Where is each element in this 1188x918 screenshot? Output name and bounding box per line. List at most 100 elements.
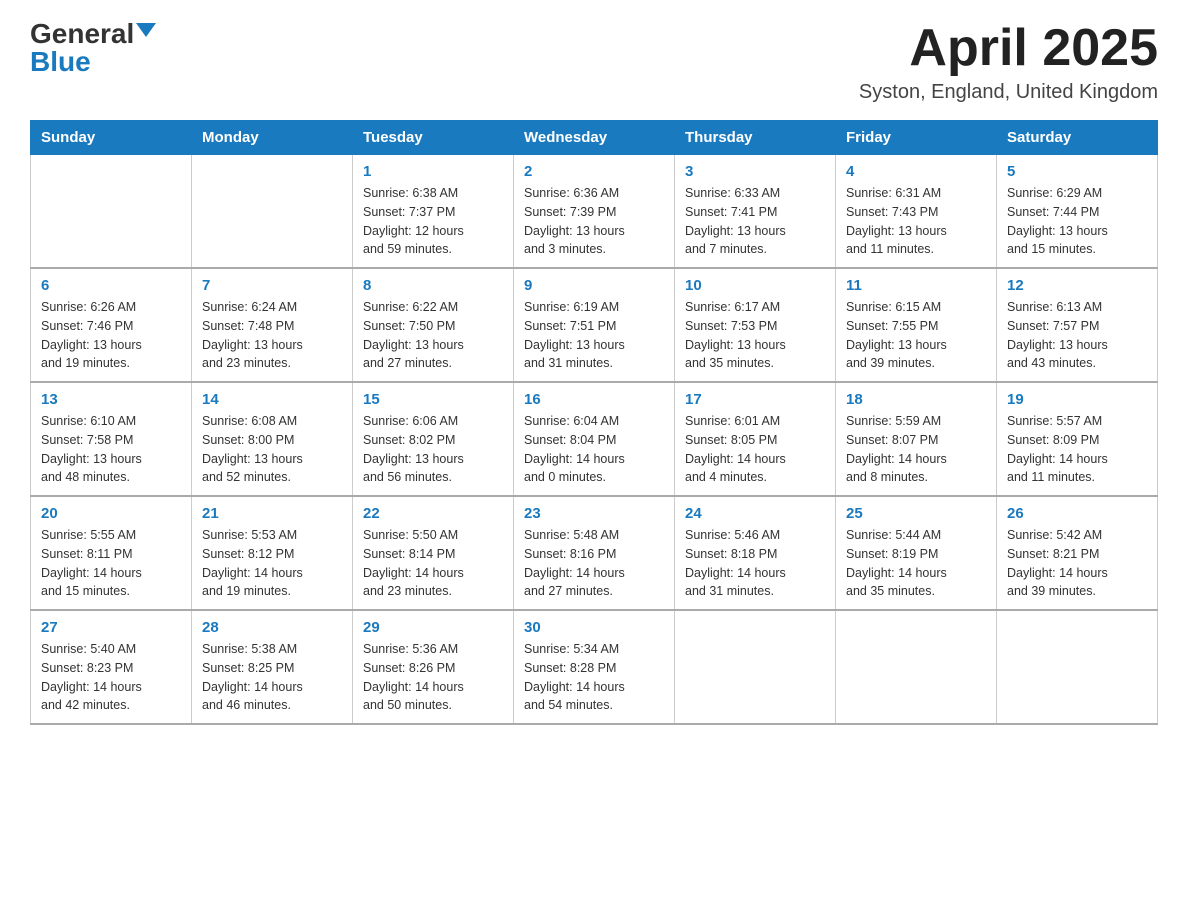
logo: General Blue: [30, 20, 156, 76]
day-number: 6: [41, 277, 181, 294]
day-number: 23: [524, 505, 664, 522]
column-header-wednesday: Wednesday: [514, 121, 675, 155]
day-info: Sunrise: 5:46 AMSunset: 8:18 PMDaylight:…: [685, 526, 825, 601]
column-header-tuesday: Tuesday: [353, 121, 514, 155]
day-number: 14: [202, 391, 342, 408]
calendar-cell: 11 Sunrise: 6:15 AMSunset: 7:55 PMDayligh…: [836, 268, 997, 382]
day-info: Sunrise: 6:13 AMSunset: 7:57 PMDaylight:…: [1007, 298, 1147, 373]
day-number: 15: [363, 391, 503, 408]
day-info: Sunrise: 6:31 AMSunset: 7:43 PMDaylight:…: [846, 184, 986, 259]
day-info: Sunrise: 6:04 AMSunset: 8:04 PMDaylight:…: [524, 412, 664, 487]
day-info: Sunrise: 6:08 AMSunset: 8:00 PMDaylight:…: [202, 412, 342, 487]
calendar-week-1: 1Sunrise: 6:38 AMSunset: 7:37 PMDaylight…: [31, 155, 1158, 269]
day-number: 27: [41, 619, 181, 636]
day-info: Sunrise: 5:36 AMSunset: 8:26 PMDaylight:…: [363, 640, 503, 715]
day-number: 2: [524, 163, 664, 180]
day-info: Sunrise: 6:33 AMSunset: 7:41 PMDaylight:…: [685, 184, 825, 259]
column-header-friday: Friday: [836, 121, 997, 155]
month-title: April 2025: [859, 20, 1158, 77]
day-info: Sunrise: 6:29 AMSunset: 7:44 PMDaylight:…: [1007, 184, 1147, 259]
calendar-cell: 16Sunrise: 6:04 AMSunset: 8:04 PMDayligh…: [514, 382, 675, 496]
day-info: Sunrise: 6:17 AMSunset: 7:53 PMDaylight:…: [685, 298, 825, 373]
calendar-cell: 22 Sunrise: 5:50 AMSunset: 8:14 PMDayligh…: [353, 496, 514, 610]
calendar-cell: [192, 155, 353, 269]
calendar-cell: 9Sunrise: 6:19 AMSunset: 7:51 PMDaylight…: [514, 268, 675, 382]
day-info: Sunrise: 5:55 AMSunset: 8:11 PMDaylight:…: [41, 526, 181, 601]
calendar-cell: [836, 610, 997, 724]
calendar-cell: 12 Sunrise: 6:13 AMSunset: 7:57 PMDayligh…: [997, 268, 1158, 382]
calendar-cell: 6Sunrise: 6:26 AMSunset: 7:46 PMDaylight…: [31, 268, 192, 382]
logo-general-text: General: [30, 20, 134, 48]
day-number: 28: [202, 619, 342, 636]
calendar-cell: [31, 155, 192, 269]
day-number: 29: [363, 619, 503, 636]
day-number: 12: [1007, 277, 1147, 294]
calendar-cell: 30 Sunrise: 5:34 AMSunset: 8:28 PMDayligh…: [514, 610, 675, 724]
calendar-cell: [675, 610, 836, 724]
day-info: Sunrise: 5:34 AMSunset: 8:28 PMDaylight:…: [524, 640, 664, 715]
column-header-monday: Monday: [192, 121, 353, 155]
day-info: Sunrise: 5:53 AMSunset: 8:12 PMDaylight:…: [202, 526, 342, 601]
day-number: 11: [846, 277, 986, 294]
logo-triangle-icon: [136, 23, 156, 37]
day-number: 4: [846, 163, 986, 180]
calendar-cell: 18Sunrise: 5:59 AMSunset: 8:07 PMDayligh…: [836, 382, 997, 496]
day-number: 8: [363, 277, 503, 294]
calendar-cell: 1Sunrise: 6:38 AMSunset: 7:37 PMDaylight…: [353, 155, 514, 269]
day-number: 20: [41, 505, 181, 522]
column-header-sunday: Sunday: [31, 121, 192, 155]
day-info: Sunrise: 6:06 AMSunset: 8:02 PMDaylight:…: [363, 412, 503, 487]
day-number: 7: [202, 277, 342, 294]
calendar-cell: 13Sunrise: 6:10 AMSunset: 7:58 PMDayligh…: [31, 382, 192, 496]
day-number: 5: [1007, 163, 1147, 180]
calendar-cell: 17 Sunrise: 6:01 AMSunset: 8:05 PMDayligh…: [675, 382, 836, 496]
location-text: Syston, England, United Kingdom: [859, 81, 1158, 104]
column-header-thursday: Thursday: [675, 121, 836, 155]
day-info: Sunrise: 5:42 AMSunset: 8:21 PMDaylight:…: [1007, 526, 1147, 601]
calendar-cell: 3Sunrise: 6:33 AMSunset: 7:41 PMDaylight…: [675, 155, 836, 269]
column-header-saturday: Saturday: [997, 121, 1158, 155]
calendar-week-2: 6Sunrise: 6:26 AMSunset: 7:46 PMDaylight…: [31, 268, 1158, 382]
day-info: Sunrise: 6:36 AMSunset: 7:39 PMDaylight:…: [524, 184, 664, 259]
page-header: General Blue April 2025 Syston, England,…: [30, 20, 1158, 104]
calendar-cell: 25Sunrise: 5:44 AMSunset: 8:19 PMDayligh…: [836, 496, 997, 610]
calendar-week-5: 27 Sunrise: 5:40 AMSunset: 8:23 PMDayligh…: [31, 610, 1158, 724]
day-info: Sunrise: 6:22 AMSunset: 7:50 PMDaylight:…: [363, 298, 503, 373]
day-number: 25: [846, 505, 986, 522]
calendar-week-3: 13Sunrise: 6:10 AMSunset: 7:58 PMDayligh…: [31, 382, 1158, 496]
day-number: 19: [1007, 391, 1147, 408]
day-info: Sunrise: 5:40 AMSunset: 8:23 PMDaylight:…: [41, 640, 181, 715]
calendar-cell: 10 Sunrise: 6:17 AMSunset: 7:53 PMDayligh…: [675, 268, 836, 382]
calendar-cell: 29 Sunrise: 5:36 AMSunset: 8:26 PMDayligh…: [353, 610, 514, 724]
day-info: Sunrise: 6:01 AMSunset: 8:05 PMDaylight:…: [685, 412, 825, 487]
day-number: 9: [524, 277, 664, 294]
calendar-cell: 8 Sunrise: 6:22 AMSunset: 7:50 PMDaylight…: [353, 268, 514, 382]
calendar-cell: 28Sunrise: 5:38 AMSunset: 8:25 PMDayligh…: [192, 610, 353, 724]
day-number: 30: [524, 619, 664, 636]
day-number: 1: [363, 163, 503, 180]
calendar-cell: 20 Sunrise: 5:55 AMSunset: 8:11 PMDayligh…: [31, 496, 192, 610]
calendar-cell: 24 Sunrise: 5:46 AMSunset: 8:18 PMDayligh…: [675, 496, 836, 610]
calendar-cell: 5 Sunrise: 6:29 AMSunset: 7:44 PMDaylight…: [997, 155, 1158, 269]
day-number: 17: [685, 391, 825, 408]
day-number: 24: [685, 505, 825, 522]
calendar-table: SundayMondayTuesdayWednesdayThursdayFrid…: [30, 120, 1158, 725]
day-number: 18: [846, 391, 986, 408]
calendar-week-4: 20 Sunrise: 5:55 AMSunset: 8:11 PMDayligh…: [31, 496, 1158, 610]
day-number: 21: [202, 505, 342, 522]
day-number: 10: [685, 277, 825, 294]
day-info: Sunrise: 6:10 AMSunset: 7:58 PMDaylight:…: [41, 412, 181, 487]
calendar-cell: 23Sunrise: 5:48 AMSunset: 8:16 PMDayligh…: [514, 496, 675, 610]
day-info: Sunrise: 6:24 AMSunset: 7:48 PMDaylight:…: [202, 298, 342, 373]
calendar-cell: 27 Sunrise: 5:40 AMSunset: 8:23 PMDayligh…: [31, 610, 192, 724]
calendar-cell: 2 Sunrise: 6:36 AMSunset: 7:39 PMDaylight…: [514, 155, 675, 269]
day-info: Sunrise: 5:50 AMSunset: 8:14 PMDaylight:…: [363, 526, 503, 601]
calendar-cell: 7 Sunrise: 6:24 AMSunset: 7:48 PMDaylight…: [192, 268, 353, 382]
day-number: 22: [363, 505, 503, 522]
day-info: Sunrise: 6:15 AMSunset: 7:55 PMDaylight:…: [846, 298, 986, 373]
calendar-cell: 19Sunrise: 5:57 AMSunset: 8:09 PMDayligh…: [997, 382, 1158, 496]
calendar-body: 1Sunrise: 6:38 AMSunset: 7:37 PMDaylight…: [31, 155, 1158, 725]
calendar-cell: 26Sunrise: 5:42 AMSunset: 8:21 PMDayligh…: [997, 496, 1158, 610]
calendar-cell: 15 Sunrise: 6:06 AMSunset: 8:02 PMDayligh…: [353, 382, 514, 496]
calendar-cell: 4 Sunrise: 6:31 AMSunset: 7:43 PMDaylight…: [836, 155, 997, 269]
